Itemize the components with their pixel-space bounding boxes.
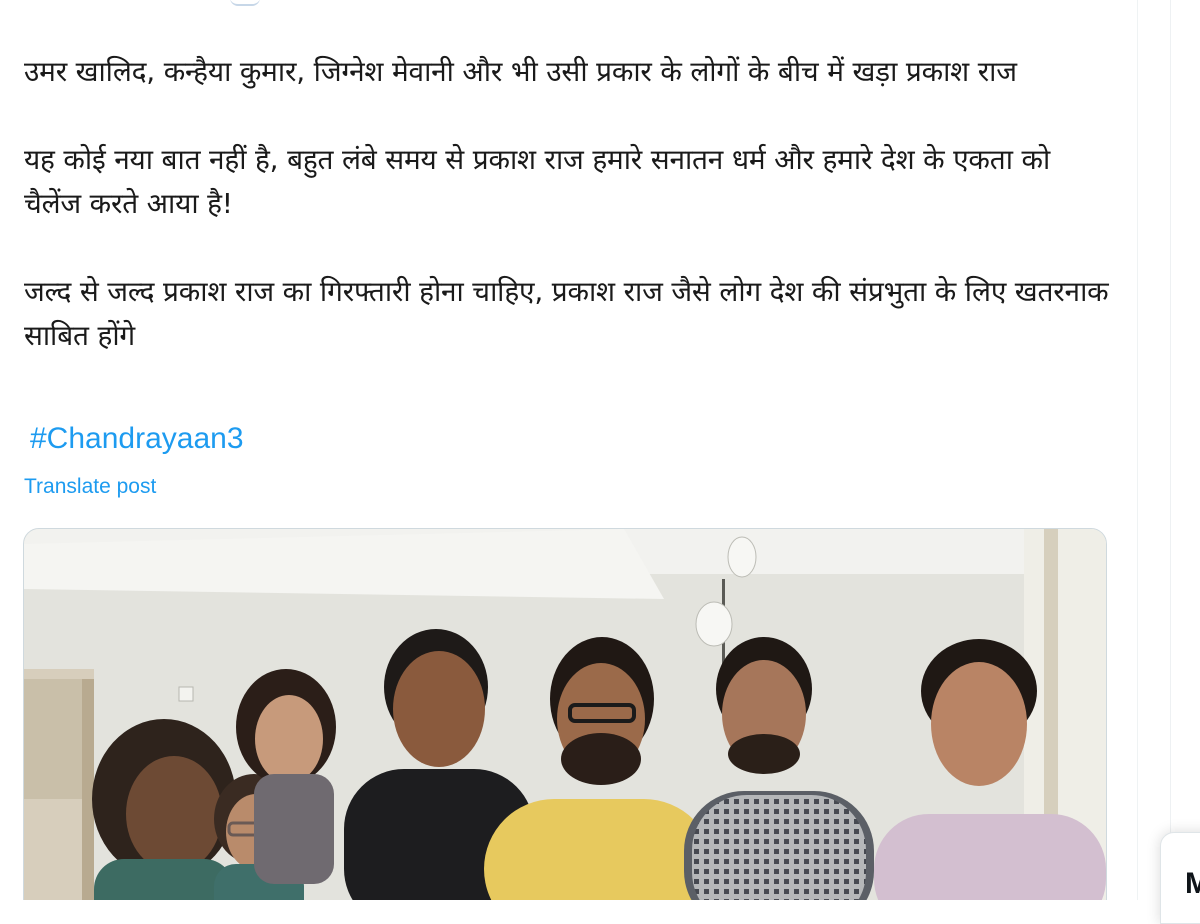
translate-post-link[interactable]: Translate post — [24, 475, 156, 499]
tweet-paragraph: उमर खालिद, कन्हैया कुमार, जिग्नेश मेवानी… — [24, 55, 1017, 88]
tweet-column: उमर खालिद, कन्हैया कुमार, जिग्नेश मेवानी… — [0, 0, 1138, 900]
messages-drawer[interactable]: M — [1160, 832, 1200, 924]
group-photo-illustration — [24, 529, 1106, 900]
top-cut-element — [230, 0, 260, 6]
messages-drawer-label: M — [1185, 867, 1200, 900]
right-sidebar — [1138, 0, 1200, 900]
tweet-photo[interactable] — [23, 528, 1107, 900]
hashtag-link[interactable]: #Chandrayaan3 — [30, 422, 244, 456]
tweet-paragraph: जल्द से जल्द प्रकाश राज का गिरफ्तारी होन… — [24, 275, 1109, 352]
tweet-paragraph: यह कोई नया बात नहीं है, बहुत लंबे समय से… — [24, 143, 1050, 220]
sidebar-divider — [1170, 0, 1171, 900]
tweet-text: उमर खालिद, कन्हैया कुमार, जिग्नेश मेवानी… — [24, 50, 1114, 358]
